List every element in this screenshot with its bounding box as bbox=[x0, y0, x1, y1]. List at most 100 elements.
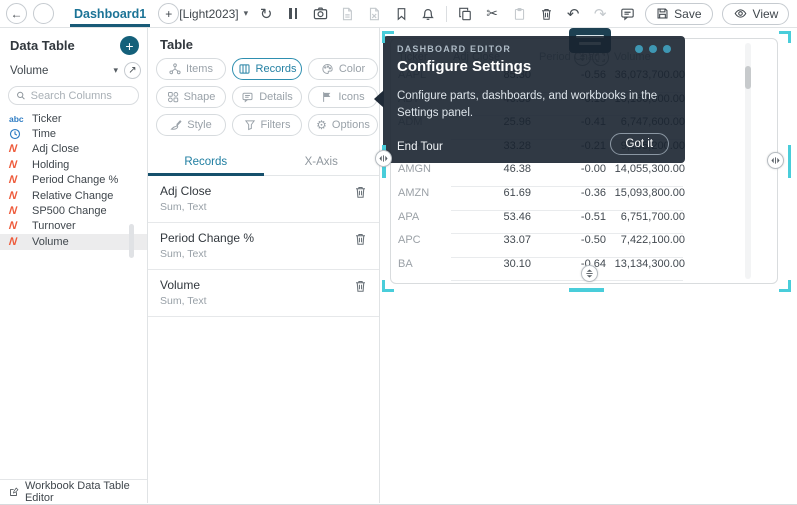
column-item-turnover[interactable]: N Turnover bbox=[0, 219, 147, 234]
records-button[interactable]: Records bbox=[232, 58, 302, 80]
record-item-volume[interactable]: Volume Sum, Text bbox=[148, 270, 379, 317]
color-button[interactable]: Color bbox=[308, 58, 378, 80]
numeric-type-icon: N bbox=[8, 174, 18, 187]
table-row[interactable]: AMGN 46.38 -0.00 14,055,300.00 bbox=[391, 163, 777, 187]
details-button[interactable]: Details bbox=[232, 86, 302, 108]
sidebar-scrollbar[interactable] bbox=[129, 224, 134, 258]
table-row[interactable]: APC 33.07 -0.50 7,422,100.00 bbox=[391, 234, 777, 258]
home-button[interactable] bbox=[33, 3, 54, 24]
button-label: Style bbox=[187, 119, 212, 131]
clipboard-icon bbox=[514, 7, 524, 20]
bookmark-button[interactable] bbox=[392, 5, 410, 23]
view-button[interactable]: View bbox=[721, 2, 790, 25]
search-input[interactable] bbox=[30, 89, 131, 102]
table-row[interactable]: AMZN 61.69 -0.36 15,093,800.00 bbox=[391, 187, 777, 211]
column-item-holding[interactable]: N Holding bbox=[0, 157, 147, 172]
cut-button[interactable]: ✂ bbox=[483, 5, 501, 23]
edit-icon bbox=[10, 487, 19, 496]
style-button[interactable]: Style bbox=[156, 114, 226, 136]
selection-edge bbox=[787, 145, 791, 178]
tour-body: Configure parts, dashboards, and workboo… bbox=[397, 90, 658, 119]
footer-label: Workbook Data Table Editor bbox=[24, 479, 130, 504]
undo-button[interactable]: ↶ bbox=[564, 5, 582, 23]
record-name: Period Change % bbox=[160, 231, 255, 245]
shapes-icon bbox=[167, 92, 178, 103]
tab-records[interactable]: Records bbox=[148, 150, 264, 176]
shape-button[interactable]: Shape bbox=[156, 86, 226, 108]
remove-record-button[interactable] bbox=[354, 232, 367, 251]
column-label: Relative Change bbox=[32, 189, 114, 202]
column-item-period-change[interactable]: N Period Change % bbox=[0, 173, 147, 188]
open-data-table-button[interactable]: ↗ bbox=[124, 62, 141, 79]
trash-icon bbox=[356, 187, 365, 198]
export-excel-button[interactable] bbox=[365, 5, 383, 23]
table-row[interactable]: APA 53.46 -0.51 6,751,700.00 bbox=[391, 211, 777, 235]
record-subtitle: Sum, Text bbox=[160, 248, 207, 260]
cell-period-change: -0.36 bbox=[580, 187, 606, 199]
column-item-time[interactable]: Time bbox=[0, 126, 147, 141]
resize-handle-left[interactable] bbox=[375, 150, 392, 167]
redo-button[interactable]: ↷ bbox=[591, 5, 609, 23]
sidebar-title: Data Table bbox=[10, 38, 75, 53]
copy-button[interactable] bbox=[456, 5, 474, 23]
records-axis-tabs: Records X-Axis bbox=[148, 150, 379, 176]
workbook-data-table-editor-link[interactable]: Workbook Data Table Editor bbox=[0, 479, 147, 504]
clock-icon bbox=[9, 128, 25, 140]
resize-handle-right[interactable] bbox=[767, 152, 784, 169]
cell-period-change: -0.50 bbox=[580, 234, 606, 247]
remove-record-button[interactable] bbox=[354, 185, 367, 204]
add-dashboard-button[interactable]: + bbox=[158, 3, 180, 24]
cell-volume: 15,093,800.00 bbox=[614, 187, 685, 199]
column-item-relative-change[interactable]: N Relative Change bbox=[0, 188, 147, 203]
selection-corner bbox=[779, 280, 791, 292]
tab-dashboard1[interactable]: Dashboard1 bbox=[70, 0, 151, 27]
tour-kicker: DASHBOARD EDITOR bbox=[397, 44, 512, 54]
numeric-type-icon: N bbox=[8, 143, 18, 156]
comment-button[interactable] bbox=[618, 5, 636, 23]
add-data-table-button[interactable]: + bbox=[120, 36, 139, 55]
button-label: Details bbox=[259, 91, 293, 103]
column-item-ticker[interactable]: abc Ticker bbox=[0, 111, 147, 126]
scrollbar-thumb[interactable] bbox=[745, 66, 751, 89]
resize-handle-bottom[interactable] bbox=[581, 265, 598, 282]
column-item-sp500-change[interactable]: N SP500 Change bbox=[0, 203, 147, 218]
data-table-sidebar: Data Table + Volume ▾ ↗ abc Ticker Time … bbox=[0, 28, 148, 504]
record-item-period-change[interactable]: Period Change % Sum, Text bbox=[148, 223, 379, 270]
alerts-button[interactable] bbox=[419, 5, 437, 23]
chevron-down-icon[interactable]: ▾ bbox=[113, 65, 118, 76]
remove-record-button[interactable] bbox=[354, 279, 367, 298]
theme-select[interactable]: [Light2023] ▾ bbox=[179, 7, 248, 21]
bell-icon bbox=[422, 8, 435, 20]
end-tour-link[interactable]: End Tour bbox=[397, 141, 443, 153]
column-label: Period Change % bbox=[32, 174, 119, 187]
snapshot-button[interactable] bbox=[311, 5, 329, 23]
column-search[interactable] bbox=[8, 86, 139, 105]
column-item-volume[interactable]: N Volume bbox=[0, 234, 147, 250]
record-item-adj-close[interactable]: Adj Close Sum, Text bbox=[148, 176, 379, 223]
filters-button[interactable]: Filters bbox=[232, 114, 302, 136]
settings-button-grid: Items Records Color Shape Details Icons bbox=[148, 58, 379, 146]
tab-x-axis[interactable]: X-Axis bbox=[264, 150, 380, 175]
back-button[interactable]: ← bbox=[6, 3, 27, 24]
delete-button[interactable] bbox=[537, 5, 555, 23]
export-pdf-button[interactable] bbox=[338, 5, 356, 23]
tour-progress-dots bbox=[635, 45, 671, 53]
save-button[interactable]: Save bbox=[645, 2, 713, 25]
table-scrollbar[interactable] bbox=[745, 43, 751, 279]
dataset-select[interactable]: Volume bbox=[10, 65, 113, 77]
refresh-button[interactable]: ↻ bbox=[257, 5, 275, 23]
save-icon bbox=[657, 8, 668, 19]
row-divider bbox=[451, 280, 683, 282]
brush-icon bbox=[170, 120, 182, 130]
part-type-title: Table bbox=[160, 37, 193, 52]
paste-button[interactable] bbox=[510, 5, 528, 23]
tour-popover: DASHBOARD EDITOR Configure Settings Conf… bbox=[374, 36, 685, 163]
column-label: Volume bbox=[32, 235, 69, 248]
column-item-adj-close[interactable]: N Adj Close bbox=[0, 142, 147, 157]
icons-button[interactable]: Icons bbox=[308, 86, 378, 108]
items-button[interactable]: Items bbox=[156, 58, 226, 80]
pause-button[interactable] bbox=[284, 5, 302, 23]
options-button[interactable]: ⚙ Options bbox=[308, 114, 378, 136]
copy-icon bbox=[459, 7, 471, 20]
got-it-button[interactable]: Got it bbox=[609, 133, 669, 155]
